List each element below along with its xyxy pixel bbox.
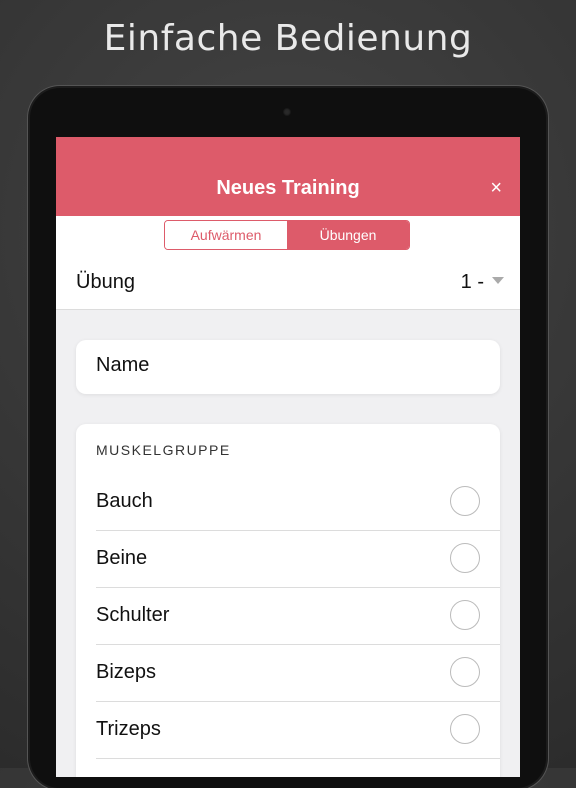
list-item-schulter[interactable]: Schulter — [96, 588, 500, 645]
radio-button[interactable] — [450, 657, 480, 687]
muscle-group-card: MUSKELGRUPPE Bauch Beine Schulter Bizeps — [76, 424, 500, 777]
close-icon[interactable]: × — [490, 177, 502, 199]
nav-title: Neues Training — [216, 177, 360, 199]
tab-uebungen[interactable]: Übungen — [287, 221, 409, 249]
camera-icon — [283, 108, 291, 116]
muscle-list: Bauch Beine Schulter Bizeps Trizeps — [76, 474, 500, 759]
exercise-label: Übung — [76, 271, 135, 293]
radio-button[interactable] — [450, 714, 480, 744]
section-header: MUSKELGRUPPE — [96, 442, 231, 458]
name-input[interactable] — [96, 354, 476, 377]
app-screen: Neues Training × Aufwärmen Übungen Übung… — [56, 137, 520, 777]
segment-bar: Aufwärmen Übungen — [56, 216, 520, 254]
radio-button[interactable] — [450, 486, 480, 516]
list-item-label: Trizeps — [96, 718, 161, 740]
list-item-label: Schulter — [96, 604, 170, 626]
tablet-frame: Neues Training × Aufwärmen Übungen Übung… — [30, 88, 546, 788]
name-card — [76, 340, 500, 394]
list-item-bizeps[interactable]: Bizeps — [96, 645, 500, 702]
list-item-trizeps[interactable]: Trizeps — [96, 702, 500, 759]
list-item-label: Bizeps — [96, 661, 157, 683]
headline: Einfache Bedienung — [103, 18, 473, 59]
list-item-bauch[interactable]: Bauch — [96, 474, 500, 531]
navigation-bar: Neues Training × — [56, 137, 520, 216]
list-item-label: Beine — [96, 547, 148, 569]
radio-button[interactable] — [450, 600, 480, 630]
chevron-down-icon[interactable] — [492, 277, 504, 284]
radio-button[interactable] — [450, 543, 480, 573]
exercise-selector[interactable]: Übung 1 - — [56, 254, 520, 310]
exercise-value: 1 - — [460, 271, 484, 293]
segmented-control: Aufwärmen Übungen — [164, 220, 410, 250]
tab-aufwaermen[interactable]: Aufwärmen — [165, 221, 287, 249]
list-item-beine[interactable]: Beine — [96, 531, 500, 588]
list-item-label: Bauch — [96, 490, 153, 512]
